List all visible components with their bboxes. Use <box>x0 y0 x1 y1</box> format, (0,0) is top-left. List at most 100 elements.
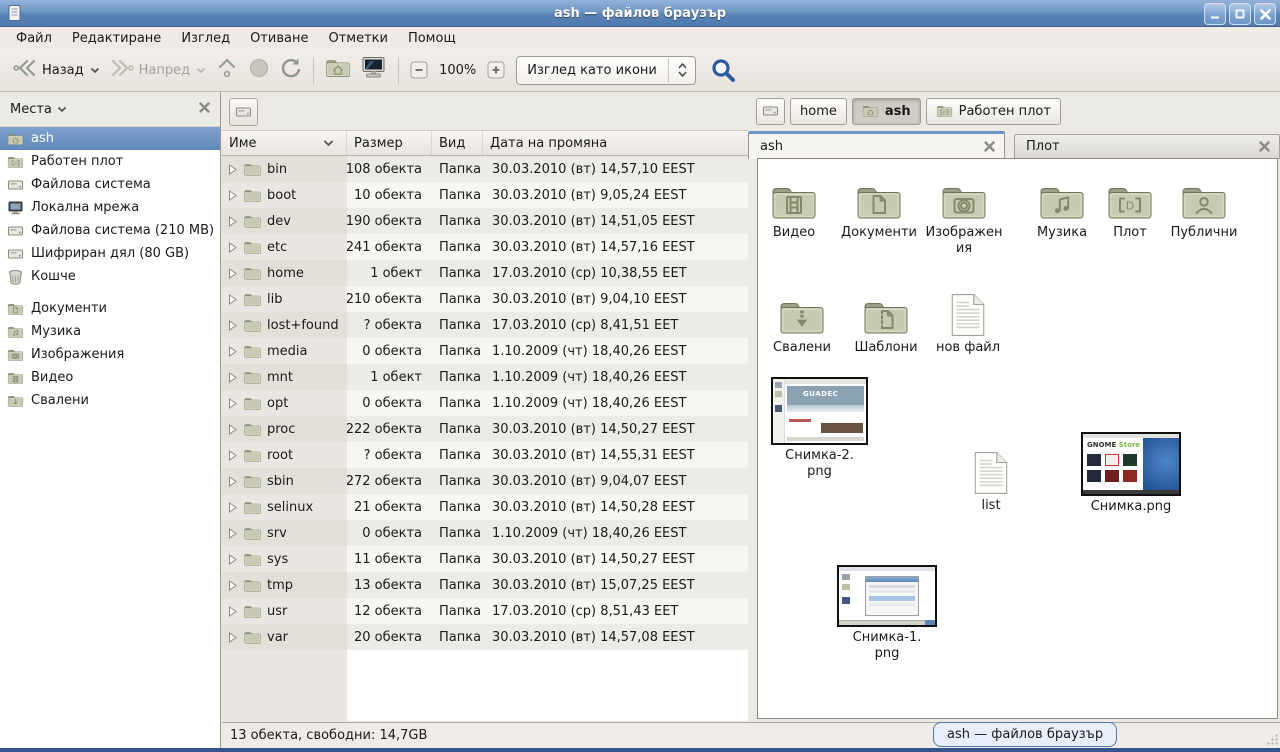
column-header-3[interactable]: Дата на промяна <box>483 131 748 155</box>
tree-row-home[interactable]: home 1 обект Папка 17.03.2010 (ср) 10,38… <box>222 260 748 286</box>
tree-row-root[interactable]: root ? обекта Папка 30.03.2010 (вт) 14,5… <box>222 442 748 468</box>
expander-icon[interactable] <box>227 502 238 513</box>
resize-grip[interactable] <box>1266 733 1279 746</box>
menu-5[interactable]: Помощ <box>398 29 466 48</box>
view-mode-combo[interactable]: Изглед като икони <box>516 56 696 85</box>
menu-1[interactable]: Редактиране <box>62 29 171 48</box>
column-header-2[interactable]: Вид <box>432 131 483 155</box>
breadcrumb-ash[interactable]: ash <box>852 98 921 125</box>
minimize-button[interactable] <box>1204 3 1226 25</box>
tree-row-sbin[interactable]: sbin 272 обекта Папка 30.03.2010 (вт) 9,… <box>222 468 748 494</box>
tree-row-sys[interactable]: sys 11 обекта Папка 30.03.2010 (вт) 14,5… <box>222 546 748 572</box>
tree-row-dev[interactable]: dev 190 обекта Папка 30.03.2010 (вт) 14,… <box>222 208 748 234</box>
sidebar-item--[interactable]: Свалени <box>0 389 220 412</box>
tree-row-usr[interactable]: usr 12 обекта Папка 17.03.2010 (ср) 8,51… <box>222 598 748 624</box>
expander-icon[interactable] <box>227 164 238 175</box>
sidebar-item--[interactable]: Видео <box>0 366 220 389</box>
expander-icon[interactable] <box>227 372 238 383</box>
expander-icon[interactable] <box>227 398 238 409</box>
tree-row-srv[interactable]: srv 0 обекта Папка 1.10.2009 (чт) 18,40,… <box>222 520 748 546</box>
tree-root-button[interactable] <box>229 98 258 126</box>
sidebar-item--[interactable]: DРаботен плот <box>0 150 220 173</box>
tree-row-lib[interactable]: lib 210 обекта Папка 30.03.2010 (вт) 9,0… <box>222 286 748 312</box>
expander-icon[interactable] <box>227 294 238 305</box>
sidebar-item--[interactable]: Локална мрежа <box>0 196 220 219</box>
up-button[interactable] <box>211 53 243 87</box>
sidebar-close-icon[interactable] <box>199 102 210 117</box>
expander-icon[interactable] <box>227 268 238 279</box>
expander-icon[interactable] <box>227 632 238 643</box>
breadcrumb-home[interactable]: home <box>790 98 847 125</box>
titlebar[interactable]: ash — файлов браузър <box>0 0 1280 27</box>
sidebar-item--[interactable]: Кошче <box>0 265 220 288</box>
sidebar-item--80-gb-[interactable]: Шифриран дял (80 GB) <box>0 242 220 265</box>
expander-icon[interactable] <box>227 320 238 331</box>
tree-row-media[interactable]: media 0 обекта Папка 1.10.2009 (чт) 18,4… <box>222 338 748 364</box>
sidebar-item--[interactable]: Файлова система <box>0 173 220 196</box>
icon-view[interactable]: Видео Документи Изображения Музика D Пло… <box>757 158 1278 719</box>
tree-row-mnt[interactable]: mnt 1 обект Папка 1.10.2009 (чт) 18,40,2… <box>222 364 748 390</box>
expander-icon[interactable] <box>227 450 238 461</box>
icon-item-снимка-1-png[interactable]: Снимка-1.png <box>837 565 937 662</box>
tree-row-boot[interactable]: boot 10 обекта Папка 30.03.2010 (вт) 9,0… <box>222 182 748 208</box>
icon-item-плот[interactable]: D Плот <box>1100 172 1160 241</box>
sidebar-item-ash[interactable]: ash <box>0 127 220 150</box>
tab-close-icon[interactable] <box>984 141 1004 152</box>
tree-row-opt[interactable]: opt 0 обекта Папка 1.10.2009 (чт) 18,40,… <box>222 390 748 416</box>
stop-button[interactable] <box>243 53 275 87</box>
expander-icon[interactable] <box>227 476 238 487</box>
reload-button[interactable] <box>275 53 307 87</box>
menu-3[interactable]: Отиване <box>240 29 318 48</box>
expander-icon[interactable] <box>227 346 238 357</box>
tree-row-selinux[interactable]: selinux 21 обекта Папка 30.03.2010 (вт) … <box>222 494 748 520</box>
tree-row-lost+found[interactable]: lost+found ? обекта Папка 17.03.2010 (ср… <box>222 312 748 338</box>
column-header-1[interactable]: Размер <box>347 131 432 155</box>
breadcrumb-Работен плот[interactable]: DРаботен плот <box>926 98 1061 125</box>
icon-item-документи[interactable]: Документи <box>833 172 925 241</box>
menu-4[interactable]: Отметки <box>318 29 397 48</box>
zoom-in-button[interactable] <box>485 59 507 81</box>
icon-item-музика[interactable]: Музика <box>1027 172 1097 241</box>
forward-button[interactable]: Напред <box>105 54 211 86</box>
icon-item-list[interactable]: list <box>956 445 1026 514</box>
sidebar-item--210-mb-[interactable]: Файлова система (210 MB) <box>0 219 220 242</box>
tree-row-etc[interactable]: etc 241 обекта Папка 30.03.2010 (вт) 14,… <box>222 234 748 260</box>
icon-item-шаблони[interactable]: Шаблони <box>846 287 926 356</box>
tree-row-bin[interactable]: bin 108 обекта Папка 30.03.2010 (вт) 14,… <box>222 156 748 182</box>
sidebar-title-combo[interactable]: Места <box>10 102 67 117</box>
tab-Плот[interactable]: Плот <box>1014 134 1280 159</box>
sidebar-item--[interactable]: Изображения <box>0 343 220 366</box>
icon-item-снимка-2-png[interactable]: GUADEC Снимка-2.png <box>771 377 868 480</box>
menu-0[interactable]: Файл <box>6 29 62 48</box>
expander-icon[interactable] <box>227 554 238 565</box>
zoom-out-button[interactable] <box>408 59 430 81</box>
icon-item-нов-файл[interactable]: нов файл <box>933 287 1003 356</box>
tab-ash[interactable]: ash <box>748 131 1005 159</box>
tree-row-proc[interactable]: proc 222 обекта Папка 30.03.2010 (вт) 14… <box>222 416 748 442</box>
expander-icon[interactable] <box>227 216 238 227</box>
expander-icon[interactable] <box>227 606 238 617</box>
menu-2[interactable]: Изглед <box>171 29 240 48</box>
breadcrumb-root[interactable] <box>756 98 785 125</box>
expander-icon[interactable] <box>227 242 238 253</box>
forward-dropdown-icon[interactable] <box>196 63 206 78</box>
icon-item-видео[interactable]: Видео <box>759 172 829 241</box>
back-button[interactable]: Назад <box>8 54 105 86</box>
tree-row-var[interactable]: var 20 обекта Папка 30.03.2010 (вт) 14,5… <box>222 624 748 650</box>
maximize-button[interactable] <box>1229 3 1251 25</box>
home-button[interactable] <box>320 53 356 87</box>
computer-button[interactable] <box>356 52 392 88</box>
icon-item-свалени[interactable]: Свалени <box>767 287 837 356</box>
expander-icon[interactable] <box>227 424 238 435</box>
sidebar-item--[interactable]: Музика <box>0 320 220 343</box>
icon-item-публични[interactable]: Публични <box>1163 172 1245 241</box>
back-dropdown-icon[interactable] <box>90 63 100 78</box>
expander-icon[interactable] <box>227 190 238 201</box>
close-button[interactable] <box>1254 3 1276 25</box>
sidebar-item--[interactable]: Документи <box>0 297 220 320</box>
icon-item-снимка-png[interactable]: GNOME Store Снимка.png <box>1081 432 1181 515</box>
icon-item-изображения[interactable]: Изображения <box>924 172 1004 257</box>
tab-close-icon[interactable] <box>1259 141 1279 152</box>
expander-icon[interactable] <box>227 580 238 591</box>
expander-icon[interactable] <box>227 528 238 539</box>
